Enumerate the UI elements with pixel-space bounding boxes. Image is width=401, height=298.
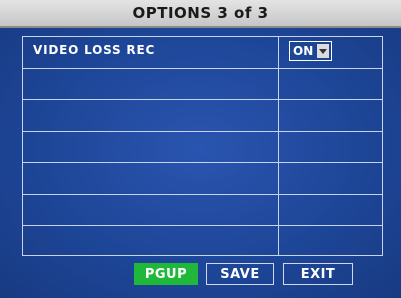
video-loss-rec-select[interactable]: ON — [289, 41, 333, 61]
video-loss-rec-value: ON — [293, 44, 314, 58]
page-title: OPTIONS 3 of 3 — [132, 4, 269, 22]
row-divider — [23, 68, 382, 69]
exit-button[interactable]: EXIT — [283, 263, 353, 285]
pgup-button[interactable]: PGUP — [134, 263, 198, 285]
options-table: VIDEO LOSS REC ON — [22, 36, 383, 256]
row-divider — [23, 194, 382, 195]
column-divider — [278, 37, 279, 255]
save-button[interactable]: SAVE — [206, 263, 274, 285]
video-loss-rec-label: VIDEO LOSS REC — [33, 43, 156, 57]
row-divider — [23, 225, 382, 226]
row-divider — [23, 131, 382, 132]
row-divider — [23, 99, 382, 100]
row-divider — [23, 162, 382, 163]
title-bar: OPTIONS 3 of 3 — [0, 0, 401, 28]
chevron-down-icon[interactable] — [317, 44, 330, 58]
